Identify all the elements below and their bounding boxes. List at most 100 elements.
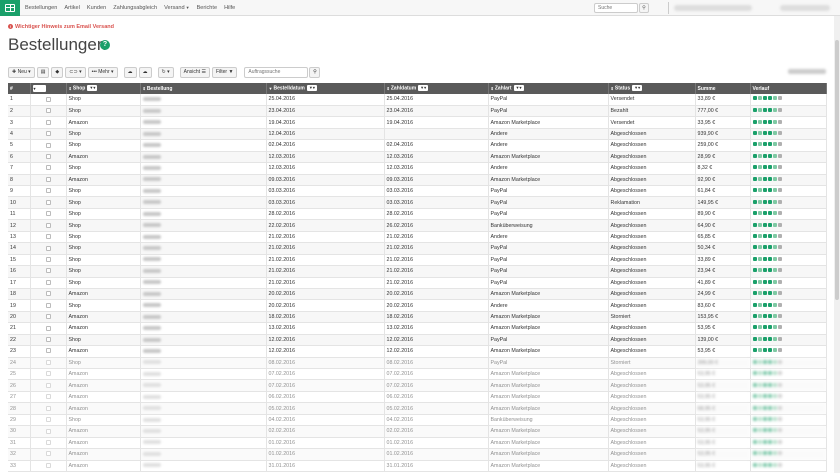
row-history[interactable] xyxy=(750,139,827,152)
nav-hilfe[interactable]: Hilfe xyxy=(224,5,235,11)
row-history[interactable] xyxy=(750,425,827,438)
row-checkbox[interactable] xyxy=(45,188,51,194)
row-checkbox[interactable] xyxy=(45,417,51,423)
row-select[interactable] xyxy=(30,357,67,370)
row-order[interactable] xyxy=(140,402,267,415)
row-history[interactable] xyxy=(750,345,827,358)
table-row[interactable]: 15 Shop 21.02.2016 21.02.2016 PayPal Abgeschl… xyxy=(8,254,827,267)
row-checkbox[interactable] xyxy=(45,405,51,411)
table-row[interactable]: 16 Shop 21.02.2016 21.02.2016 PayPal Abgeschl… xyxy=(8,265,827,278)
table-row[interactable]: 30 Amazon 02.02.2016 02.02.2016 Amazon Marke… xyxy=(8,425,827,438)
table-row[interactable]: 28 Amazon 05.02.2016 05.02.2016 Amazon Marke… xyxy=(8,402,827,415)
row-checkbox[interactable] xyxy=(45,348,51,354)
row-history[interactable] xyxy=(750,151,827,164)
row-checkbox[interactable] xyxy=(45,108,51,114)
row-order[interactable] xyxy=(140,208,267,221)
filter-icon[interactable]: ▼▾ xyxy=(418,85,429,92)
row-checkbox[interactable] xyxy=(45,245,51,251)
row-order[interactable] xyxy=(140,345,267,358)
row-checkbox[interactable] xyxy=(45,371,51,377)
table-row[interactable]: 24 Shop 08.02.2016 08.02.2016 PayPal Stornier… xyxy=(8,357,827,370)
row-select[interactable] xyxy=(30,402,67,415)
table-row[interactable]: 1 Shop 25.04.2016 25.04.2016 PayPal Versendet… xyxy=(8,94,827,106)
app-logo[interactable] xyxy=(0,0,20,16)
filter-button[interactable]: Filter ▼ xyxy=(211,66,238,78)
nav-zahlungsabgleich[interactable]: Zahlungsabgleich xyxy=(113,5,157,11)
nav-bestellungen[interactable]: Bestellungen xyxy=(25,5,57,11)
row-history[interactable] xyxy=(750,277,827,289)
row-order[interactable] xyxy=(140,414,267,427)
table-row[interactable]: 31 Amazon 01.02.2016 01.02.2016 Amazon Marke… xyxy=(8,437,827,450)
row-checkbox[interactable] xyxy=(45,291,51,297)
global-search-button[interactable]: ⚲ xyxy=(639,3,649,13)
row-history[interactable] xyxy=(750,196,827,209)
row-select[interactable] xyxy=(30,448,67,461)
row-order[interactable] xyxy=(140,311,267,324)
row-select[interactable] xyxy=(30,265,67,278)
settings-blurred[interactable] xyxy=(780,5,830,11)
row-history[interactable] xyxy=(750,334,827,347)
row-checkbox[interactable] xyxy=(45,279,51,285)
col-order[interactable]: ⇕Bestellung xyxy=(140,83,267,94)
row-history[interactable] xyxy=(750,254,827,267)
table-row[interactable]: 20 Amazon 18.02.2016 18.02.2016 Amazon Marke… xyxy=(8,311,827,324)
filter-icon[interactable]: ▼▾ xyxy=(306,85,317,92)
row-checkbox[interactable] xyxy=(45,314,51,320)
row-order[interactable] xyxy=(140,379,267,392)
table-row[interactable]: 7 Shop 12.03.2016 12.03.2016 Andere Abgeschlo… xyxy=(8,162,827,175)
table-row[interactable]: 14 Shop 21.02.2016 21.02.2016 PayPal Abgeschl… xyxy=(8,242,827,255)
table-row[interactable]: 10 Shop 03.03.2016 03.03.2016 PayPal Reklamat… xyxy=(8,196,827,209)
col-pay-date[interactable]: ⇕Zahldatum ▼▾ xyxy=(384,83,489,94)
table-row[interactable]: 19 Shop 20.02.2016 20.02.2016 Andere Abgeschl… xyxy=(8,299,827,312)
row-order[interactable] xyxy=(140,219,267,232)
row-select[interactable] xyxy=(30,334,67,347)
view-button[interactable]: Ansicht ☰ xyxy=(179,66,210,78)
row-history[interactable] xyxy=(750,208,827,221)
row-checkbox[interactable] xyxy=(45,451,51,457)
table-row[interactable]: 23 Amazon 12.02.2016 12.02.2016 Amazon Marke… xyxy=(8,345,827,358)
row-select[interactable] xyxy=(30,185,67,198)
row-history[interactable] xyxy=(750,322,827,335)
order-search-button[interactable]: ⚲ xyxy=(309,66,321,78)
row-select[interactable] xyxy=(30,94,67,106)
row-checkbox[interactable] xyxy=(45,394,51,400)
row-select[interactable] xyxy=(30,254,67,267)
row-history[interactable] xyxy=(750,219,827,232)
row-order[interactable] xyxy=(140,105,267,118)
row-history[interactable] xyxy=(750,311,827,324)
col-shop[interactable]: ⇕Shop ▼▾ xyxy=(66,83,141,94)
row-history[interactable] xyxy=(750,185,827,198)
row-select[interactable] xyxy=(30,116,67,129)
row-select[interactable] xyxy=(30,219,67,232)
more-button[interactable]: ••• Mehr ▾ xyxy=(87,66,118,78)
row-order[interactable] xyxy=(140,196,267,209)
row-checkbox[interactable] xyxy=(45,234,51,240)
row-order[interactable] xyxy=(140,265,267,278)
row-history[interactable] xyxy=(750,368,827,381)
filter-icon[interactable]: ▼▾ xyxy=(87,85,98,92)
row-order[interactable] xyxy=(140,357,267,370)
row-select[interactable] xyxy=(30,425,67,438)
nav-versand-dropdown[interactable]: Versand▼ xyxy=(164,5,190,11)
row-checkbox[interactable] xyxy=(45,154,51,159)
col-pay-type[interactable]: ⇕Zahlart ▼▾ xyxy=(488,83,609,94)
table-row[interactable]: 4 Shop 12.04.2016 Andere Abgeschlossen 939,90… xyxy=(8,128,827,141)
row-order[interactable] xyxy=(140,368,267,381)
row-order[interactable] xyxy=(140,128,267,141)
table-row[interactable]: 13 Shop 21.02.2016 21.02.2016 Andere Abgeschl… xyxy=(8,231,827,244)
help-icon[interactable]: ? xyxy=(100,40,110,50)
table-row[interactable]: 17 Shop 21.02.2016 21.02.2016 PayPal Abgeschl… xyxy=(8,277,827,289)
row-order[interactable] xyxy=(140,322,267,335)
row-select[interactable] xyxy=(30,368,67,381)
cloud-upload-button[interactable]: ☁ xyxy=(138,66,152,78)
row-checkbox[interactable] xyxy=(45,428,51,434)
row-checkbox[interactable] xyxy=(45,119,51,125)
user-account-blurred[interactable] xyxy=(674,5,752,11)
row-order[interactable] xyxy=(140,139,267,152)
select-all-dropdown[interactable]: ▾ xyxy=(32,85,46,92)
row-order[interactable] xyxy=(140,299,267,312)
row-history[interactable] xyxy=(750,357,827,370)
row-order[interactable] xyxy=(140,185,267,198)
row-select[interactable] xyxy=(30,345,67,358)
document-button[interactable]: ▤ xyxy=(36,66,50,78)
